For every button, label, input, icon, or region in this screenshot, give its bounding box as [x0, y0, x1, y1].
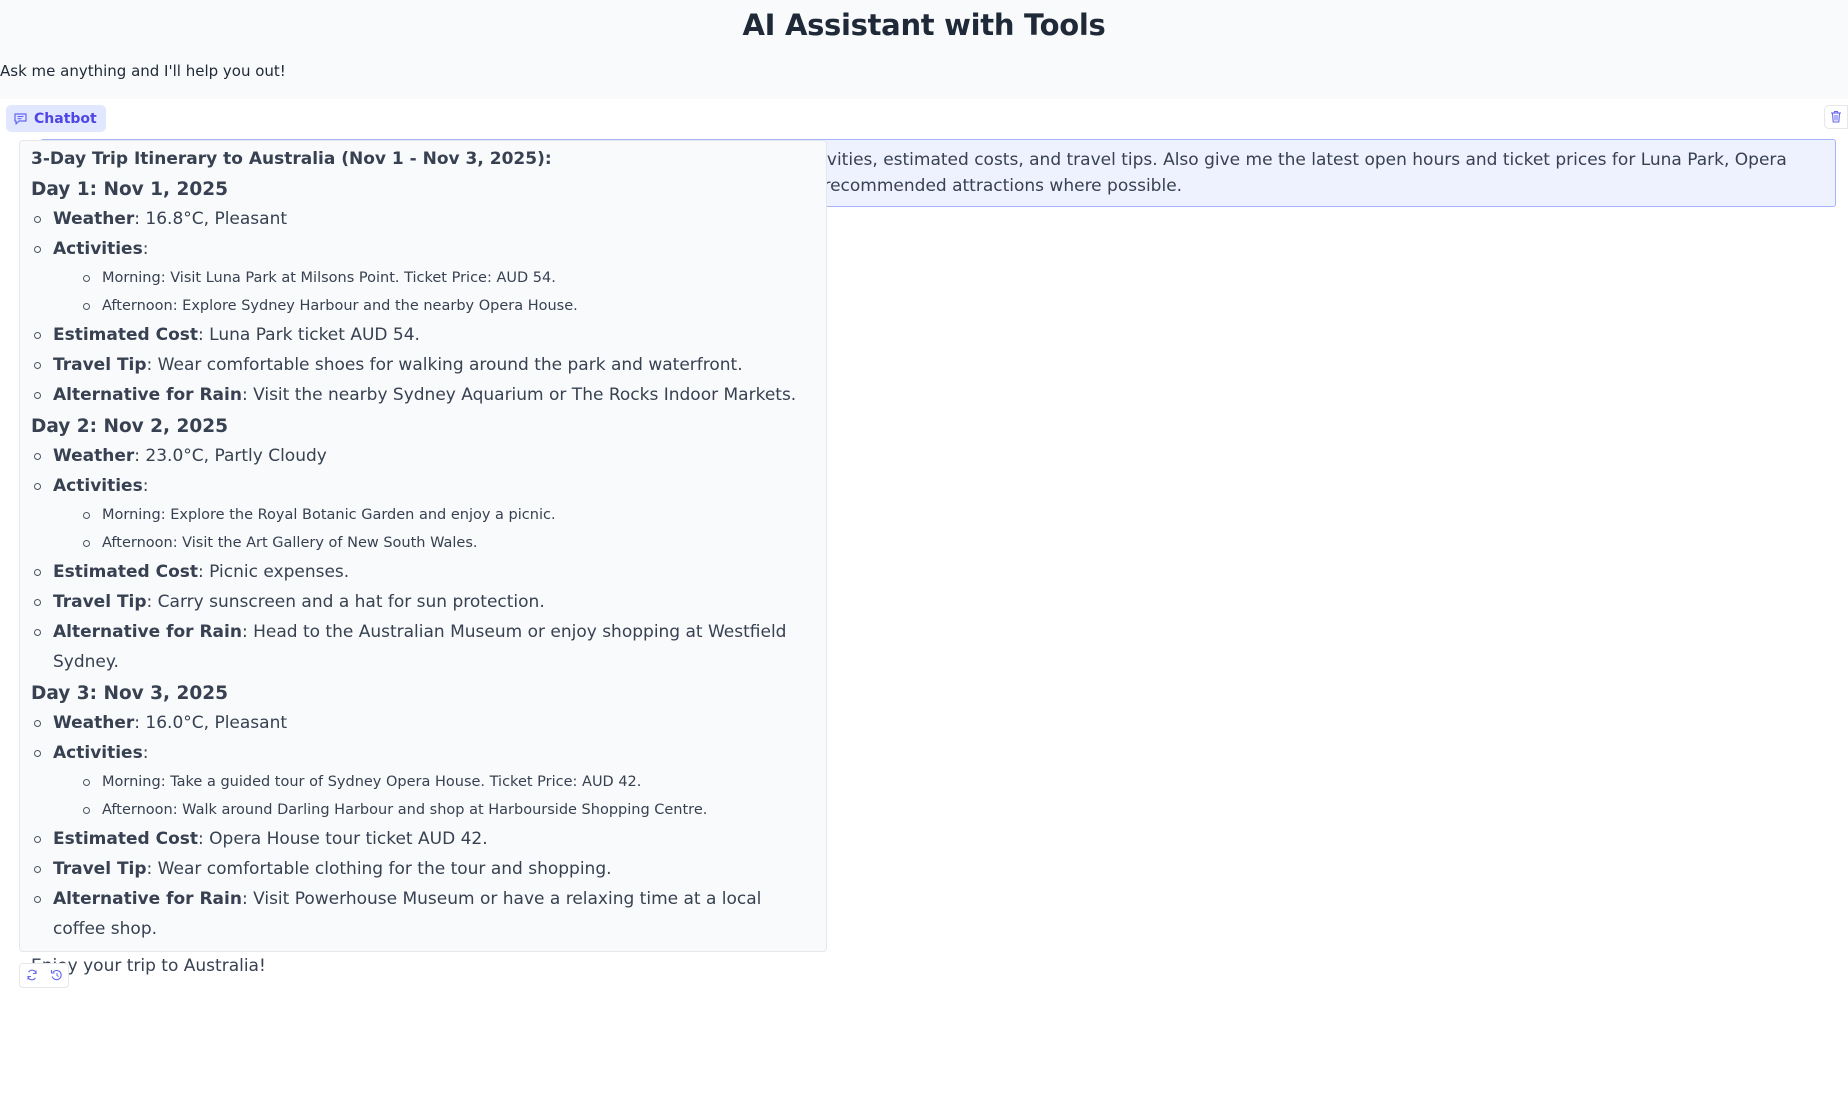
day-details-list: Weather: 16.0°C, Pleasant Activities: Mo…: [31, 708, 815, 944]
list-item: Estimated Cost: Opera House tour ticket …: [31, 824, 815, 854]
tip-label: Travel Tip: [53, 859, 147, 879]
list-item: Activities: Morning: Visit Luna Park at …: [31, 234, 815, 320]
list-item: Travel Tip: Carry sunscreen and a hat fo…: [31, 587, 815, 617]
clear-chat-button[interactable]: [1824, 105, 1848, 129]
bot-message: 3-Day Trip Itinerary to Australia (Nov 1…: [19, 140, 827, 976]
tip-value: : Wear comfortable clothing for the tour…: [146, 859, 612, 879]
day-heading: Day 3: Nov 3, 2025: [31, 683, 229, 704]
list-item: Travel Tip: Wear comfortable clothing fo…: [31, 854, 815, 884]
activity-item: Afternoon: Visit the Art Gallery of New …: [53, 529, 815, 557]
activity-item: Afternoon: Walk around Darling Harbour a…: [53, 796, 815, 824]
weather-value: : 16.8°C, Pleasant: [134, 209, 288, 229]
list-item: Alternative for Rain: Visit Powerhouse M…: [31, 884, 815, 944]
list-item: Weather: 16.0°C, Pleasant: [31, 708, 815, 738]
chatbot-label-text: Chatbot: [34, 110, 97, 127]
cost-value: : Luna Park ticket AUD 54.: [198, 325, 420, 345]
itinerary-heading: 3-Day Trip Itinerary to Australia (Nov 1…: [31, 149, 552, 169]
tip-label: Travel Tip: [53, 592, 147, 612]
tip-label: Travel Tip: [53, 355, 147, 375]
weather-label: Weather: [53, 209, 135, 229]
activities-suffix: :: [142, 743, 149, 763]
weather-value: : 16.0°C, Pleasant: [134, 713, 288, 733]
activities-label: Activities: [53, 239, 143, 259]
activity-item: Morning: Visit Luna Park at Milsons Poin…: [53, 264, 815, 292]
activities-suffix: :: [142, 239, 149, 259]
rain-label: Alternative for Rain: [53, 889, 242, 909]
activity-item: Morning: Explore the Royal Botanic Garde…: [53, 501, 815, 529]
message-actions: [19, 963, 69, 988]
activity-item: Afternoon: Explore Sydney Harbour and th…: [53, 292, 815, 320]
list-item: Alternative for Rain: Visit the nearby S…: [31, 380, 815, 410]
cost-label: Estimated Cost: [53, 829, 199, 849]
chatbot-label: Chatbot: [6, 105, 106, 132]
list-item: Weather: 23.0°C, Partly Cloudy: [31, 441, 815, 471]
tip-value: : Carry sunscreen and a hat for sun prot…: [146, 592, 545, 612]
day-details-list: Weather: 16.8°C, Pleasant Activities: Mo…: [31, 204, 815, 410]
weather-label: Weather: [53, 446, 135, 466]
day-heading: Day 2: Nov 2, 2025: [31, 416, 229, 437]
app-title: AI Assistant with Tools: [742, 8, 1106, 42]
retry-icon: [26, 966, 38, 985]
list-item: Activities: Morning: Take a guided tour …: [31, 738, 815, 824]
rain-label: Alternative for Rain: [53, 622, 242, 642]
day-details-list: Weather: 23.0°C, Partly Cloudy Activitie…: [31, 441, 815, 677]
closing-text: Enjoy your trip to Australia!: [31, 956, 266, 976]
retry-button[interactable]: [20, 964, 44, 987]
list-item: Alternative for Rain: Head to the Austra…: [31, 617, 815, 677]
trash-icon: [1830, 108, 1842, 127]
undo-icon: [50, 966, 63, 985]
list-item: Travel Tip: Wear comfortable shoes for w…: [31, 350, 815, 380]
activities-list: Morning: Visit Luna Park at Milsons Poin…: [53, 264, 815, 320]
cost-value: : Picnic expenses.: [198, 562, 350, 582]
app-subtitle: Ask me anything and I'll help you out!: [0, 62, 286, 80]
activities-label: Activities: [53, 476, 143, 496]
rain-label: Alternative for Rain: [53, 385, 242, 405]
activities-label: Activities: [53, 743, 143, 763]
tip-value: : Wear comfortable shoes for walking aro…: [146, 355, 743, 375]
weather-value: : 23.0°C, Partly Cloudy: [134, 446, 327, 466]
list-item: Weather: 16.8°C, Pleasant: [31, 204, 815, 234]
list-item: Estimated Cost: Picnic expenses.: [31, 557, 815, 587]
activities-suffix: :: [142, 476, 149, 496]
cost-label: Estimated Cost: [53, 325, 199, 345]
activity-item: Morning: Take a guided tour of Sydney Op…: [53, 768, 815, 796]
cost-value: : Opera House tour ticket AUD 42.: [198, 829, 488, 849]
list-item: Activities: Morning: Explore the Royal B…: [31, 471, 815, 557]
undo-button[interactable]: [44, 964, 68, 987]
day-heading: Day 1: Nov 1, 2025: [31, 179, 229, 200]
activities-list: Morning: Take a guided tour of Sydney Op…: [53, 768, 815, 824]
chat-icon: [14, 112, 27, 125]
rain-value: : Visit the nearby Sydney Aquarium or Th…: [241, 385, 797, 405]
activities-list: Morning: Explore the Royal Botanic Garde…: [53, 501, 815, 557]
weather-label: Weather: [53, 713, 135, 733]
cost-label: Estimated Cost: [53, 562, 199, 582]
list-item: Estimated Cost: Luna Park ticket AUD 54.: [31, 320, 815, 350]
